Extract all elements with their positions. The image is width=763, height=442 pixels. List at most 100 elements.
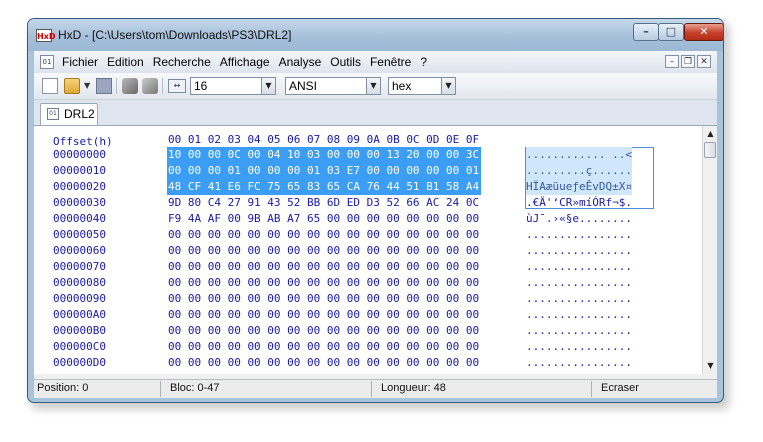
minimize-button[interactable]: –	[633, 23, 659, 41]
new-file-icon[interactable]	[42, 78, 58, 94]
chevron-down-icon[interactable]: ▼	[261, 78, 275, 94]
hex-byte[interactable]: 00	[286, 355, 302, 371]
hex-byte[interactable]: 00	[385, 243, 401, 259]
hex-byte[interactable]: 52	[286, 195, 302, 211]
menu-item[interactable]: Fenêtre	[370, 55, 411, 69]
hex-byte[interactable]: 00	[207, 275, 223, 291]
hex-byte[interactable]: AB	[266, 211, 282, 227]
hex-row[interactable]: 000000D0 00 00 00 00 00 00 00 00 00 00 00 00 00 00 00 00…	[34, 355, 702, 371]
hex-byte[interactable]: 00	[306, 339, 322, 355]
menu-item[interactable]: Edition	[107, 55, 144, 69]
hex-byte[interactable]: 00	[286, 243, 302, 259]
hex-byte[interactable]: 00	[227, 243, 243, 259]
hex-byte[interactable]: 00	[366, 307, 382, 323]
hex-byte[interactable]: A7	[286, 211, 302, 227]
hex-byte[interactable]: 00	[346, 259, 362, 275]
hex-byte[interactable]: 00	[266, 307, 282, 323]
hex-byte[interactable]: 00	[465, 307, 481, 323]
ascii-text[interactable]: ................	[526, 291, 632, 307]
hex-byte[interactable]: 00	[346, 227, 362, 243]
hex-byte[interactable]: 00	[425, 211, 441, 227]
hex-byte[interactable]: 00	[167, 227, 183, 243]
hex-row[interactable]: 000000B0 00 00 00 00 00 00 00 00 00 00 00 00 00 00 00 00…	[34, 323, 702, 339]
hex-byte[interactable]: 00	[266, 275, 282, 291]
hex-byte[interactable]: 00	[266, 259, 282, 275]
scroll-up-arrow-icon[interactable]: ▲	[705, 128, 716, 140]
hex-byte[interactable]: 00	[366, 355, 382, 371]
hex-byte[interactable]: 00	[246, 323, 262, 339]
hex-byte[interactable]: 00	[286, 291, 302, 307]
hex-row[interactable]: 00000090 00 00 00 00 00 00 00 00 00 00 00 00 00 00 00 00…	[34, 291, 702, 307]
hex-byte[interactable]: 00	[326, 259, 342, 275]
hex-byte[interactable]: 00	[167, 307, 183, 323]
hex-byte[interactable]: 00	[227, 355, 243, 371]
hex-byte[interactable]: 00	[346, 211, 362, 227]
hex-byte[interactable]: 00	[167, 259, 183, 275]
hex-byte[interactable]: 00	[445, 307, 461, 323]
hex-byte[interactable]: 00	[346, 323, 362, 339]
mdi-restore-button[interactable]: ❐	[681, 55, 695, 68]
hex-byte[interactable]: 00	[445, 339, 461, 355]
hex-byte[interactable]: 00	[207, 227, 223, 243]
hex-byte[interactable]: 00	[187, 243, 203, 259]
hex-byte[interactable]: F9	[167, 211, 183, 227]
hex-byte[interactable]: 00	[366, 275, 382, 291]
hex-byte[interactable]: 00	[405, 243, 421, 259]
hex-byte[interactable]: D3	[366, 195, 382, 211]
tab-drl2[interactable]: 01 DRL2	[40, 103, 98, 125]
ascii-text[interactable]: ................	[526, 243, 632, 259]
hex-byte[interactable]: 00	[425, 243, 441, 259]
hex-byte[interactable]: 24	[445, 195, 461, 211]
open-folder-icon[interactable]	[64, 78, 80, 94]
hex-byte[interactable]: 00	[207, 339, 223, 355]
hex-row[interactable]: 00000070 00 00 00 00 00 00 00 00 00 00 00 00 00 00 00 00…	[34, 259, 702, 275]
hex-byte[interactable]: 27	[227, 195, 243, 211]
hex-byte[interactable]: 00	[306, 227, 322, 243]
close-button[interactable]: ✕	[684, 23, 723, 41]
hex-byte[interactable]: 52	[385, 195, 401, 211]
hex-byte[interactable]: 00	[346, 355, 362, 371]
hex-byte[interactable]: 00	[425, 355, 441, 371]
hex-byte[interactable]: 00	[405, 211, 421, 227]
hex-byte[interactable]: 00	[326, 307, 342, 323]
hex-byte[interactable]: 00	[227, 259, 243, 275]
hex-row[interactable]: 00000040 F9 4A AF 00 9B AB A7 65 00 00 00 00 00 00 00 00…	[34, 211, 702, 227]
hex-byte[interactable]: 00	[445, 227, 461, 243]
ascii-text[interactable]: ................	[526, 275, 632, 291]
hex-byte[interactable]: 00	[405, 339, 421, 355]
hex-byte[interactable]: 00	[465, 211, 481, 227]
hex-byte[interactable]: 00	[207, 355, 223, 371]
hex-byte[interactable]: 00	[405, 227, 421, 243]
disk-editor-icon[interactable]	[142, 78, 158, 94]
hex-byte[interactable]: 91	[246, 195, 262, 211]
hex-byte[interactable]: 00	[187, 339, 203, 355]
hex-byte[interactable]: 00	[346, 339, 362, 355]
hex-byte[interactable]: 00	[187, 323, 203, 339]
hex-byte[interactable]: 65	[306, 211, 322, 227]
hex-byte[interactable]: 00	[207, 323, 223, 339]
scroll-down-arrow-icon[interactable]: ▼	[705, 360, 716, 372]
hex-byte[interactable]: 00	[167, 243, 183, 259]
hex-byte[interactable]: 00	[405, 307, 421, 323]
hex-byte[interactable]: 00	[385, 275, 401, 291]
hex-byte[interactable]: 00	[405, 275, 421, 291]
hex-byte[interactable]: 00	[227, 211, 243, 227]
hex-byte[interactable]: 00	[465, 339, 481, 355]
hex-row[interactable]: 00000000 10 00 00 0C 00 04 10 03 00 00 00 13 20 00 00 3C…	[34, 147, 702, 163]
hex-byte[interactable]: 00	[465, 259, 481, 275]
hex-byte[interactable]: 00	[266, 227, 282, 243]
hex-byte[interactable]: 9D	[167, 195, 183, 211]
hex-row[interactable]: 000000A0 00 00 00 00 00 00 00 00 00 00 00 00 00 00 00 00…	[34, 307, 702, 323]
hex-byte[interactable]: 00	[385, 291, 401, 307]
ram-editor-icon[interactable]	[122, 78, 138, 94]
hex-byte[interactable]: 00	[326, 355, 342, 371]
hex-byte[interactable]: 00	[425, 323, 441, 339]
hex-byte[interactable]: AC	[425, 195, 441, 211]
scrollbar-thumb[interactable]	[704, 142, 716, 158]
hex-byte[interactable]: 00	[425, 259, 441, 275]
hex-byte[interactable]: 00	[445, 275, 461, 291]
hex-byte[interactable]: 00	[425, 275, 441, 291]
hex-row[interactable]: 00000010 00 00 00 01 00 00 00 01 03 E7 00 00 00 00 00 01…	[34, 163, 702, 179]
hex-byte[interactable]: 00	[227, 227, 243, 243]
hex-byte[interactable]: 00	[445, 291, 461, 307]
